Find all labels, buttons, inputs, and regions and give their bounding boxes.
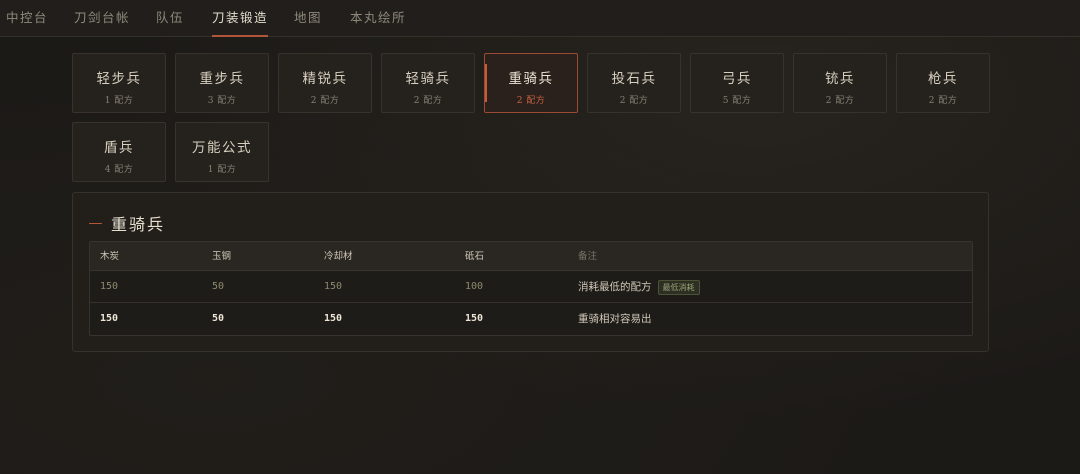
card-title: 重骑兵 [508, 71, 554, 87]
card-title: 枪兵 [928, 71, 958, 87]
header-coolant: 冷却材 [324, 251, 353, 262]
card-title: 精锐兵 [302, 71, 348, 87]
cell-charcoal: 150 [100, 281, 119, 292]
card-recipe-count: 1 配方 [104, 96, 134, 106]
note-text: 重骑相对容易出 [578, 313, 652, 325]
nav-item-map[interactable]: 地图 [294, 0, 322, 37]
card-title: 弓兵 [722, 71, 752, 87]
top-nav: 中控台 刀剑台帐 队伍 刀装锻造 地图 本丸绘所 [0, 0, 1080, 37]
card-light-cavalry[interactable]: 轻骑兵 2 配方 [381, 53, 475, 113]
card-recipe-count: 5 配方 [722, 96, 752, 106]
table-row[interactable]: 150 50 150 150 重骑相对容易出 [90, 303, 972, 335]
card-recipe-count: 2 配方 [928, 96, 958, 106]
card-elite-infantry[interactable]: 精锐兵 2 配方 [278, 53, 372, 113]
card-catapult[interactable]: 投石兵 2 配方 [587, 53, 681, 113]
card-recipe-count: 2 配方 [310, 96, 340, 106]
card-recipe-count: 2 配方 [516, 96, 546, 106]
card-title: 轻步兵 [96, 71, 142, 87]
table-row[interactable]: 150 50 150 100 消耗最低的配方 最低消耗 [90, 271, 972, 303]
cell-steel: 50 [212, 281, 225, 292]
header-whetstone: 砥石 [465, 251, 485, 262]
card-title: 投石兵 [611, 71, 657, 87]
nav-item-equipment-forge[interactable]: 刀装锻造 [212, 0, 269, 37]
cell-whetstone: 150 [465, 313, 484, 324]
cell-coolant: 150 [324, 313, 343, 324]
header-steel: 玉钢 [212, 251, 232, 262]
cell-note: 消耗最低的配方 最低消耗 [578, 271, 700, 303]
nav-item-console[interactable]: 中控台 [6, 0, 48, 37]
cell-charcoal: 150 [100, 313, 119, 324]
panel-title: 重骑兵 [89, 213, 166, 234]
card-archer[interactable]: 弓兵 5 配方 [690, 53, 784, 113]
card-title: 轻骑兵 [405, 71, 451, 87]
card-recipe-count: 2 配方 [413, 96, 443, 106]
lowest-cost-badge: 最低消耗 [657, 279, 700, 295]
table-header: 木炭 玉钢 冷却材 砥石 备注 [90, 242, 972, 271]
cell-note: 重骑相对容易出 [578, 303, 652, 335]
cell-coolant: 150 [324, 281, 343, 292]
note-text: 消耗最低的配方 [578, 281, 652, 293]
recipe-panel: 重骑兵 木炭 玉钢 冷却材 砥石 备注 150 50 150 100 消耗最低的… [72, 192, 989, 352]
card-heavy-infantry[interactable]: 重步兵 3 配方 [175, 53, 269, 113]
card-recipe-count: 1 配方 [207, 165, 237, 175]
header-note: 备注 [578, 251, 598, 262]
card-title: 万能公式 [192, 140, 252, 156]
nav-item-team[interactable]: 队伍 [156, 0, 184, 37]
panel-title-text: 重骑兵 [111, 215, 166, 234]
card-universal-formula[interactable]: 万能公式 1 配方 [175, 122, 269, 182]
recipe-table: 木炭 玉钢 冷却材 砥石 备注 150 50 150 100 消耗最低的配方 最低… [89, 241, 973, 336]
header-charcoal: 木炭 [100, 251, 120, 262]
card-recipe-count: 3 配方 [207, 96, 237, 106]
card-recipe-count: 2 配方 [825, 96, 855, 106]
cell-steel: 50 [212, 313, 225, 324]
card-title: 盾兵 [104, 140, 134, 156]
card-heavy-cavalry[interactable]: 重骑兵 2 配方 [484, 53, 578, 113]
nav-item-citadel-painting[interactable]: 本丸绘所 [350, 0, 406, 37]
card-gunner[interactable]: 铳兵 2 配方 [793, 53, 887, 113]
cell-whetstone: 100 [465, 281, 484, 292]
card-title: 重步兵 [199, 71, 245, 87]
card-recipe-count: 2 配方 [619, 96, 649, 106]
card-recipe-count: 4 配方 [104, 165, 134, 175]
nav-item-sword-ledger[interactable]: 刀剑台帐 [74, 0, 130, 37]
card-spearman[interactable]: 枪兵 2 配方 [896, 53, 990, 113]
title-accent-dash [89, 222, 102, 224]
card-title: 铳兵 [825, 71, 855, 87]
card-shield[interactable]: 盾兵 4 配方 [72, 122, 166, 182]
card-light-infantry[interactable]: 轻步兵 1 配方 [72, 53, 166, 113]
